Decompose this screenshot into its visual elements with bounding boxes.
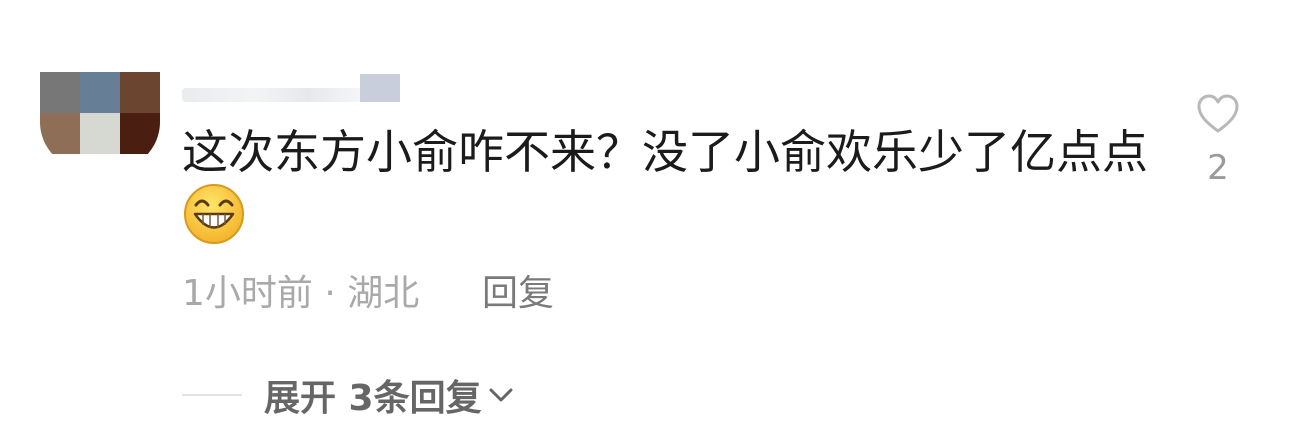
username-redacted[interactable] bbox=[182, 74, 400, 104]
comment-text: 这次东方小俞咋不来？没了小俞欢乐少了亿点点 bbox=[182, 125, 1148, 179]
username-blur-block bbox=[360, 74, 400, 102]
like-button[interactable]: 2 bbox=[1192, 94, 1244, 194]
heart-outline-icon bbox=[1197, 94, 1239, 133]
expand-replies-button[interactable]: 展开 3条回复 bbox=[264, 372, 514, 419]
avatar-tile bbox=[120, 72, 160, 113]
avatar-tile bbox=[80, 113, 120, 154]
avatar-tile bbox=[120, 113, 160, 154]
reply-button[interactable]: 回复 bbox=[482, 264, 554, 316]
avatar-tile bbox=[80, 72, 120, 113]
expand-divider bbox=[182, 394, 242, 396]
username-blur bbox=[182, 88, 362, 102]
comment-meta: 1小时前 · 湖北 bbox=[182, 273, 420, 314]
grinning-face-emoji bbox=[184, 184, 244, 244]
expand-replies-label: 展开 3条回复 bbox=[264, 378, 482, 419]
chevron-down-icon bbox=[489, 388, 513, 402]
avatar[interactable] bbox=[40, 72, 160, 170]
avatar-tile bbox=[40, 113, 80, 154]
avatar-tile bbox=[40, 72, 80, 113]
like-count: 2 bbox=[1207, 148, 1229, 188]
